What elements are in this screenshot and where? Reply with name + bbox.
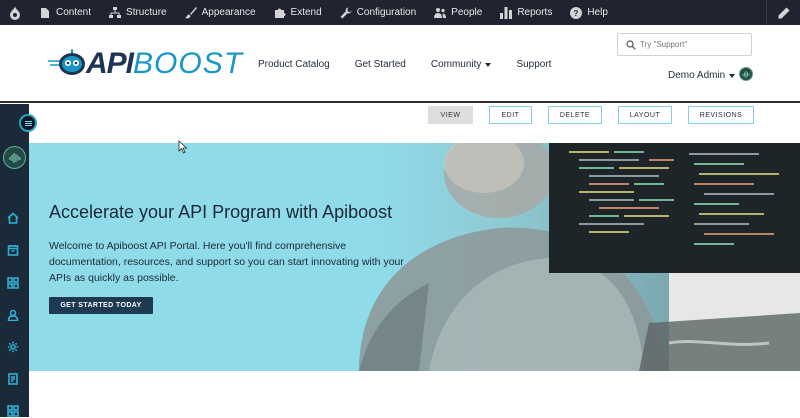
toolbar-item-people[interactable]: People xyxy=(425,0,491,25)
toolbar-item-appearance[interactable]: Appearance xyxy=(176,0,265,25)
chevron-down-icon xyxy=(729,73,736,78)
apps-icon[interactable] xyxy=(6,404,20,418)
toolbar-item-configuration[interactable]: Configuration xyxy=(331,0,425,25)
admin-toolbar: Content Structure Appearance Extend Conf… xyxy=(0,0,800,25)
hero-banner: Accelerate your API Program with Apiboos… xyxy=(29,143,800,371)
main-nav: Product Catalog Get Started Community Su… xyxy=(258,59,576,70)
chevron-down-icon xyxy=(485,62,492,67)
toolbar-item-label: Content xyxy=(56,7,92,18)
avatar[interactable] xyxy=(739,67,753,81)
toolbar-item-label: Appearance xyxy=(201,7,256,18)
bar-chart-icon xyxy=(500,6,513,19)
task-layout-button[interactable]: LAYOUT xyxy=(618,106,672,124)
grid-icon[interactable] xyxy=(6,276,20,290)
toolbar-item-reports[interactable]: Reports xyxy=(491,0,561,25)
search-input[interactable] xyxy=(640,40,750,49)
sidebar-toggle-button[interactable] xyxy=(19,114,37,132)
nav-support[interactable]: Support xyxy=(516,59,551,70)
brush-icon xyxy=(184,6,197,18)
calendar-icon[interactable] xyxy=(6,243,20,257)
user-name: Demo Admin xyxy=(668,70,726,81)
avatar-waveform-icon xyxy=(8,152,21,163)
sidebar xyxy=(0,104,37,418)
hero-title: Accelerate your API Program with Apiboos… xyxy=(49,202,393,222)
toolbar-item-extend[interactable]: Extend xyxy=(265,0,331,25)
toolbar-item-label: Help xyxy=(587,7,608,18)
nav-get-started[interactable]: Get Started xyxy=(355,59,406,70)
task-revisions-button[interactable]: REVISIONS xyxy=(688,106,754,124)
toolbar-item-label: People xyxy=(451,7,483,18)
task-edit-button[interactable]: EDIT xyxy=(489,106,532,124)
toolbar-item-structure[interactable]: Structure xyxy=(100,0,176,25)
logo-boost-text: BOOST xyxy=(133,47,244,80)
search-box xyxy=(617,33,752,56)
robot-logo-icon xyxy=(48,49,85,75)
wrench-icon xyxy=(340,7,352,18)
gear-icon[interactable] xyxy=(6,340,20,354)
home-icon[interactable] xyxy=(6,211,20,225)
get-started-button[interactable]: GET STARTED TODAY xyxy=(49,297,153,314)
site-header: API BOOST Product Catalog Get Started Co… xyxy=(0,25,800,103)
local-tasks: VIEW EDIT DELETE LAYOUT REVISIONS xyxy=(29,104,800,143)
edit-pencil-icon[interactable] xyxy=(766,0,800,25)
document-icon[interactable] xyxy=(6,372,20,386)
user-icon[interactable] xyxy=(6,308,20,322)
menu-icon xyxy=(24,122,32,124)
people-icon xyxy=(434,7,447,18)
user-menu[interactable]: Demo Admin xyxy=(668,70,736,81)
toolbar-item-content[interactable]: Content xyxy=(30,0,100,25)
content-area xyxy=(29,371,800,417)
logo-api-text: API xyxy=(86,47,134,80)
svg-text:?: ? xyxy=(574,9,579,18)
toolbar-item-help[interactable]: ? Help xyxy=(561,0,617,25)
hero-description: Welcome to Apiboost API Portal. Here you… xyxy=(49,240,404,284)
sidebar-avatar[interactable] xyxy=(3,146,26,169)
mouse-cursor-icon xyxy=(178,140,188,154)
toolbar-item-label: Reports xyxy=(517,7,553,18)
file-icon xyxy=(41,7,49,18)
toolbar-item-label: Configuration xyxy=(356,7,417,18)
toolbar-item-label: Structure xyxy=(126,7,167,18)
avatar-waveform-icon xyxy=(742,70,749,78)
search-icon xyxy=(626,39,636,50)
help-icon: ? xyxy=(570,6,583,19)
nav-community-label: Community xyxy=(430,59,482,70)
nav-community[interactable]: Community xyxy=(431,59,492,70)
task-delete-button[interactable]: DELETE xyxy=(548,106,602,124)
puzzle-icon xyxy=(274,8,286,18)
toolbar-item-label: Extend xyxy=(290,7,322,18)
structure-icon xyxy=(109,6,122,18)
apiboost-logo[interactable]: API BOOST xyxy=(46,47,243,81)
task-view-button[interactable]: VIEW xyxy=(428,106,473,124)
drupal-logo-icon[interactable] xyxy=(0,0,30,25)
nav-product-catalog[interactable]: Product Catalog xyxy=(258,59,330,70)
